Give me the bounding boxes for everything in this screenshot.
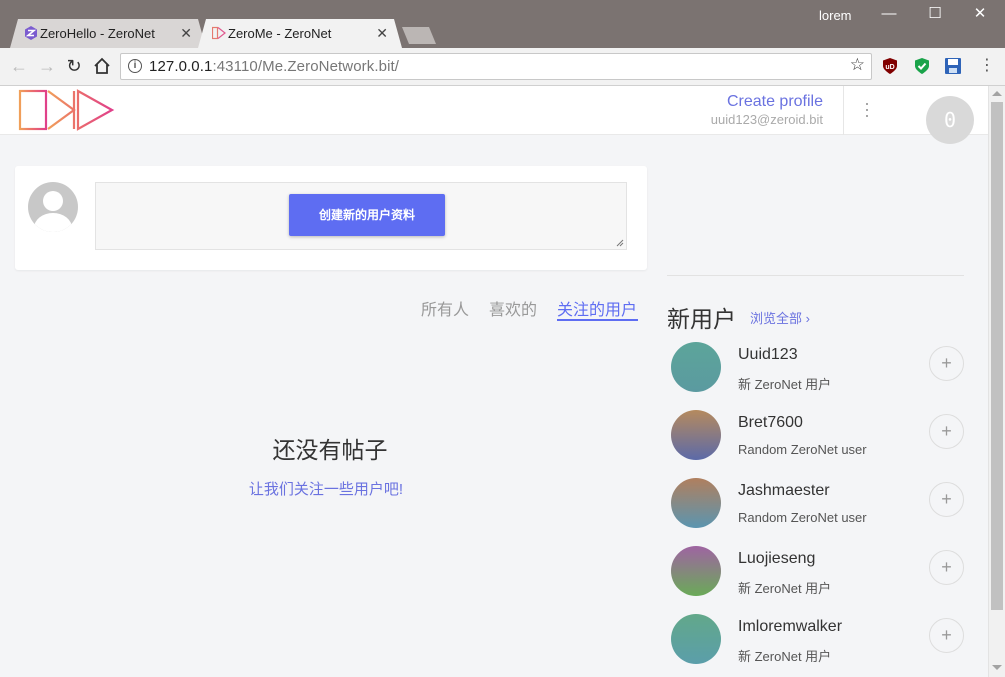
tab-following[interactable]: 关注的用户 bbox=[557, 296, 637, 320]
browser-menu-icon[interactable]: ⋮ bbox=[976, 55, 998, 77]
close-window-icon[interactable]: ✕ bbox=[970, 4, 990, 24]
window-titlebar: ZeroHello - ZeroNet ✕ ZeroMe - ZeroNet ✕… bbox=[0, 0, 1005, 48]
tab-liked[interactable]: 喜欢的 bbox=[489, 296, 537, 320]
reload-icon[interactable]: ↻ bbox=[63, 55, 85, 77]
home-icon[interactable] bbox=[91, 55, 113, 77]
zerome-logo[interactable] bbox=[18, 89, 116, 131]
user-description: 新 ZeroNet 用户 bbox=[738, 581, 832, 596]
tab-title: ZeroMe - ZeroNet bbox=[228, 26, 332, 41]
user-description: 新 ZeroNet 用户 bbox=[738, 377, 832, 392]
user-list-item[interactable]: Uuid123 新 ZeroNet 用户 + bbox=[671, 342, 966, 398]
avatar[interactable] bbox=[671, 410, 721, 460]
shield-icon[interactable] bbox=[913, 57, 931, 75]
bookmark-star-icon[interactable]: ☆ bbox=[850, 55, 865, 75]
view-all-link[interactable]: 浏览全部 › bbox=[750, 308, 810, 327]
new-users-heading: 新用户 bbox=[667, 306, 736, 332]
user-description: 新 ZeroNet 用户 bbox=[738, 649, 832, 664]
tab-title: ZeroHello - ZeroNet bbox=[40, 26, 155, 41]
create-profile-link[interactable]: Create profile bbox=[727, 93, 823, 111]
user-address: uuid123@zeroid.bit bbox=[710, 112, 823, 127]
user-list-item[interactable]: Imloremwalker 新 ZeroNet 用户 + bbox=[671, 614, 966, 670]
post-textarea[interactable]: 创建新的用户资料 bbox=[95, 182, 627, 250]
browser-tab-zerome[interactable]: ZeroMe - ZeroNet ✕ bbox=[198, 19, 402, 48]
site-header: Create profile uuid123@zeroid.bit · · · bbox=[0, 86, 988, 135]
zerome-favicon-icon bbox=[212, 26, 226, 40]
avatar-placeholder-icon bbox=[28, 182, 78, 232]
page-viewport: Create profile uuid123@zeroid.bit · · · 0 … bbox=[0, 86, 988, 677]
site-info-icon[interactable]: i bbox=[128, 59, 142, 73]
sidebar-divider bbox=[667, 275, 964, 276]
vertical-scrollbar[interactable] bbox=[988, 86, 1005, 677]
browser-toolbar: ← → ↻ i 127.0.0.1:43110/Me.ZeroNetwork.b… bbox=[0, 48, 1005, 86]
post-composer-card: 创建新的用户资料 bbox=[15, 166, 647, 270]
close-tab-icon[interactable]: ✕ bbox=[376, 25, 388, 42]
header-divider bbox=[843, 86, 844, 135]
user-list-item[interactable]: Bret7600 Random ZeroNet user + bbox=[671, 410, 966, 466]
follow-plus-icon[interactable]: + bbox=[929, 482, 964, 517]
avatar[interactable] bbox=[671, 342, 721, 392]
user-description: Random ZeroNet user bbox=[738, 510, 867, 525]
user-name[interactable]: Imloremwalker bbox=[738, 618, 842, 636]
user-list-item[interactable]: Luojieseng 新 ZeroNet 用户 + bbox=[671, 546, 966, 602]
url-text[interactable]: 127.0.0.1:43110/Me.ZeroNetwork.bit/ bbox=[149, 58, 399, 75]
follow-plus-icon[interactable]: + bbox=[929, 346, 964, 381]
notification-badge[interactable]: 0 bbox=[926, 96, 974, 144]
scroll-down-icon[interactable] bbox=[992, 665, 1002, 670]
user-description: Random ZeroNet user bbox=[738, 442, 867, 457]
maximize-icon[interactable]: ☐ bbox=[925, 4, 945, 24]
avatar[interactable] bbox=[671, 614, 721, 664]
follow-plus-icon[interactable]: + bbox=[929, 618, 964, 653]
empty-state-title: 还没有帖子 bbox=[272, 437, 388, 463]
close-tab-icon[interactable]: ✕ bbox=[180, 25, 192, 42]
menu-dots-icon[interactable]: · · · bbox=[862, 94, 872, 124]
avatar[interactable] bbox=[671, 478, 721, 528]
scrollbar-thumb[interactable] bbox=[991, 102, 1003, 610]
user-list-item[interactable]: Jashmaester Random ZeroNet user + bbox=[671, 478, 966, 534]
forward-arrow-icon[interactable]: → bbox=[36, 55, 58, 77]
address-bar[interactable]: i 127.0.0.1:43110/Me.ZeroNetwork.bit/ ☆ bbox=[120, 53, 872, 80]
browser-tab-zerohello[interactable]: ZeroHello - ZeroNet ✕ bbox=[10, 19, 206, 48]
new-tab-button[interactable] bbox=[402, 27, 436, 44]
profile-name[interactable]: lorem bbox=[819, 8, 852, 23]
back-arrow-icon[interactable]: ← bbox=[8, 55, 30, 77]
follow-plus-icon[interactable]: + bbox=[929, 550, 964, 585]
user-name[interactable]: Uuid123 bbox=[738, 346, 798, 364]
tab-everyone[interactable]: 所有人 bbox=[421, 296, 469, 320]
follow-users-link[interactable]: 让我们关注一些用户吧! bbox=[0, 478, 652, 499]
avatar[interactable] bbox=[671, 546, 721, 596]
save-icon[interactable] bbox=[944, 57, 962, 75]
create-profile-button[interactable]: 创建新的用户资料 bbox=[289, 194, 445, 236]
user-name[interactable]: Jashmaester bbox=[738, 482, 830, 500]
user-name[interactable]: Bret7600 bbox=[738, 414, 803, 432]
user-name[interactable]: Luojieseng bbox=[738, 550, 815, 568]
resize-handle-icon[interactable] bbox=[616, 239, 624, 247]
scroll-up-icon[interactable] bbox=[992, 91, 1002, 96]
svg-text:uD: uD bbox=[885, 64, 894, 71]
ublock-icon[interactable]: uD bbox=[881, 57, 899, 75]
minimize-icon[interactable]: — bbox=[879, 4, 899, 24]
active-tab-indicator bbox=[557, 319, 638, 321]
follow-plus-icon[interactable]: + bbox=[929, 414, 964, 449]
zerohello-favicon-icon bbox=[25, 26, 37, 40]
